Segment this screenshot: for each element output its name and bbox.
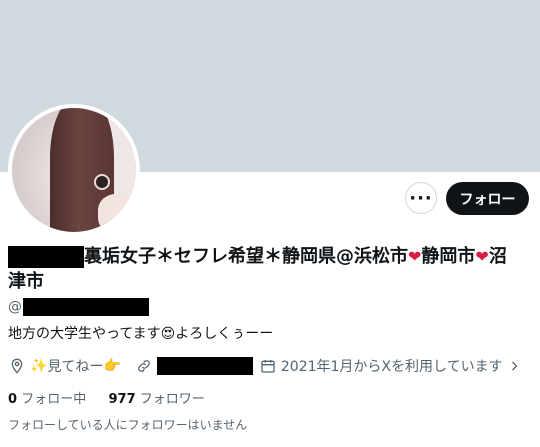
bio-text-start: 地方の大学生やってます — [8, 326, 161, 342]
bio: 地方の大学生やってます😍よろしくぅーー — [8, 324, 273, 344]
avatar[interactable] — [8, 104, 140, 236]
followers-you-follow-note: フォローしている人にフォロワーはいません — [8, 418, 248, 432]
bio-text-end: よろしくぅーー — [175, 326, 274, 342]
following-label: フォロー中 — [21, 392, 87, 407]
redacted-link[interactable] — [156, 357, 253, 375]
joined-date: 2021年1月からXを利用しています — [280, 359, 503, 375]
location-text: 見てねー — [47, 359, 104, 375]
more-options-button[interactable]: ··· — [405, 182, 437, 214]
heart-icon: ❤ — [475, 247, 489, 266]
followers-link[interactable]: 977 フォロワー — [108, 392, 204, 407]
display-name-part-1: 裏垢女子＊セフレ希望＊静岡県@浜松市 — [84, 246, 408, 267]
sparkle-emoji: ✨ — [30, 358, 48, 374]
link-icon — [135, 357, 153, 375]
pointing-hand-emoji: 👉 — [103, 358, 121, 374]
heart-icon: ❤ — [408, 247, 422, 266]
avatar-image — [12, 108, 136, 232]
calendar-icon — [259, 357, 277, 375]
display-name-part-4: 津市 — [8, 271, 44, 292]
followers-label: フォロワー — [139, 392, 205, 407]
location-pin-icon — [8, 357, 26, 375]
follow-counts: 0 フォロー中 977 フォロワー — [8, 388, 205, 407]
more-options-icon: ··· — [409, 187, 433, 209]
profile-meta: ✨ 見てねー 👉 2021年1月からXを利用しています — [8, 356, 527, 376]
display-name-part-3: 沼 — [488, 246, 507, 267]
follow-button[interactable]: フォロー — [446, 182, 529, 215]
heart-eyes-emoji: 😍 — [160, 326, 176, 342]
chevron-right-icon[interactable] — [505, 357, 523, 375]
redacted-handle — [23, 298, 149, 316]
following-link[interactable]: 0 フォロー中 — [8, 392, 86, 407]
followers-count: 977 — [108, 392, 136, 407]
handle-prefix: @ — [8, 299, 22, 315]
redacted-name — [8, 246, 84, 268]
user-handle: @ — [8, 298, 149, 316]
following-count: 0 — [8, 392, 18, 407]
display-name: 裏垢女子＊セフレ希望＊静岡県@浜松市❤静岡市❤沼 津市 — [8, 244, 528, 294]
display-name-part-2: 静岡市 — [421, 246, 476, 267]
